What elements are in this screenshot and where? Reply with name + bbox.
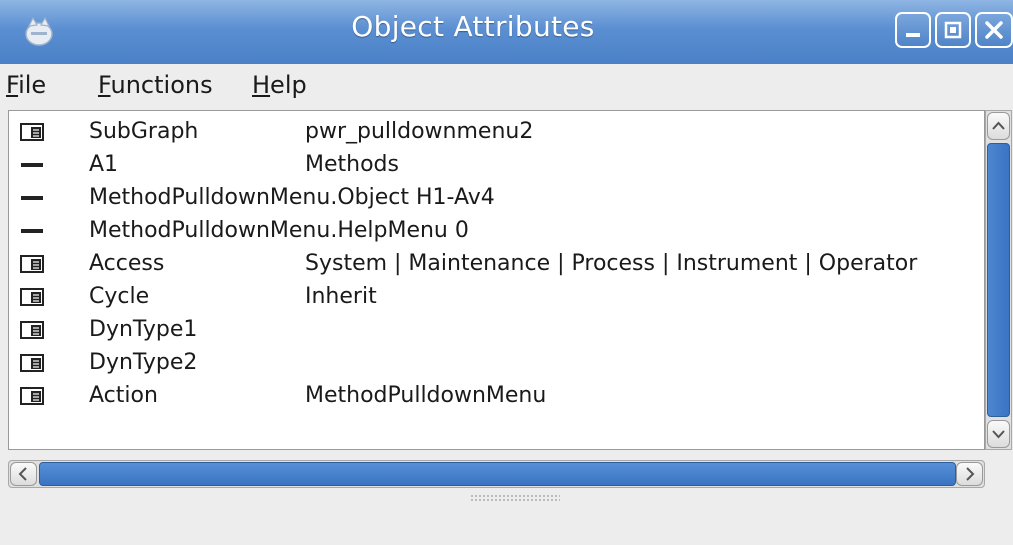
attribute-list[interactable]: SubGraph pwr_pulldownmenu2 A1 Methods Me… — [8, 110, 985, 450]
close-button[interactable] — [975, 12, 1013, 48]
attribute-value: pwr_pulldownmenu2 — [305, 119, 534, 144]
list-item[interactable]: MethodPulldownMenu.Object H1-Av4 — [9, 181, 986, 215]
folder-icon — [20, 288, 44, 306]
minimize-button[interactable] — [895, 12, 931, 48]
list-item[interactable]: SubGraph pwr_pulldownmenu2 — [9, 115, 986, 149]
window-title: Object Attributes — [351, 10, 595, 43]
menu-bar: File Functions Help — [0, 64, 1013, 108]
attribute-name: MethodPulldownMenu.HelpMenu 0 — [89, 218, 469, 243]
chevron-left-icon — [18, 467, 27, 481]
dash-icon — [21, 196, 43, 200]
attribute-name: MethodPulldownMenu.Object H1-Av4 — [89, 185, 495, 210]
chevron-down-icon — [992, 430, 1005, 439]
dash-icon — [21, 229, 43, 233]
scroll-left-button[interactable] — [10, 462, 37, 486]
attribute-value: System | Maintenance | Process | Instrum… — [305, 251, 918, 276]
vertical-scroll-thumb[interactable] — [987, 143, 1010, 417]
list-item[interactable]: MethodPulldownMenu.HelpMenu 0 — [9, 214, 986, 248]
attribute-name: DynType2 — [89, 350, 198, 375]
title-bar[interactable]: Object Attributes — [0, 0, 1013, 65]
attribute-name: Access — [89, 251, 165, 276]
scroll-down-button[interactable] — [987, 420, 1010, 448]
chevron-up-icon — [992, 121, 1005, 130]
folder-icon — [20, 255, 44, 273]
folder-icon — [20, 321, 44, 339]
attribute-value: MethodPulldownMenu — [305, 383, 547, 408]
scroll-up-button[interactable] — [987, 112, 1010, 140]
attribute-name: Action — [89, 383, 158, 408]
pane-resize-grip[interactable] — [470, 494, 560, 502]
scroll-right-button[interactable] — [956, 462, 983, 486]
attribute-value: Methods — [305, 152, 399, 177]
horizontal-scroll-thumb[interactable] — [39, 462, 956, 486]
maximize-button[interactable] — [935, 12, 971, 48]
list-item[interactable]: A1 Methods — [9, 148, 986, 182]
horizontal-scrollbar[interactable] — [8, 460, 985, 488]
list-item[interactable]: DynType2 — [9, 346, 986, 380]
vertical-scrollbar[interactable] — [985, 110, 1012, 450]
menu-functions[interactable]: Functions — [98, 71, 213, 99]
menu-help[interactable]: Help — [252, 71, 307, 99]
folder-icon — [20, 123, 44, 141]
attribute-value: Inherit — [305, 284, 377, 309]
list-item[interactable]: Action MethodPulldownMenu — [9, 379, 986, 413]
attribute-name: SubGraph — [89, 119, 199, 144]
attribute-name: DynType1 — [89, 317, 198, 342]
maximize-icon — [944, 21, 962, 39]
attribute-name: Cycle — [89, 284, 150, 309]
minimize-icon — [906, 33, 920, 37]
attribute-name: A1 — [89, 152, 119, 177]
menu-file[interactable]: File — [6, 71, 46, 99]
folder-icon — [20, 387, 44, 405]
list-item[interactable]: Cycle Inherit — [9, 280, 986, 314]
chevron-right-icon — [966, 467, 975, 481]
list-item[interactable]: Access System | Maintenance | Process | … — [9, 247, 986, 281]
list-item[interactable]: DynType1 — [9, 313, 986, 347]
dash-icon — [21, 163, 43, 167]
close-icon — [985, 21, 1003, 39]
folder-icon — [20, 354, 44, 372]
